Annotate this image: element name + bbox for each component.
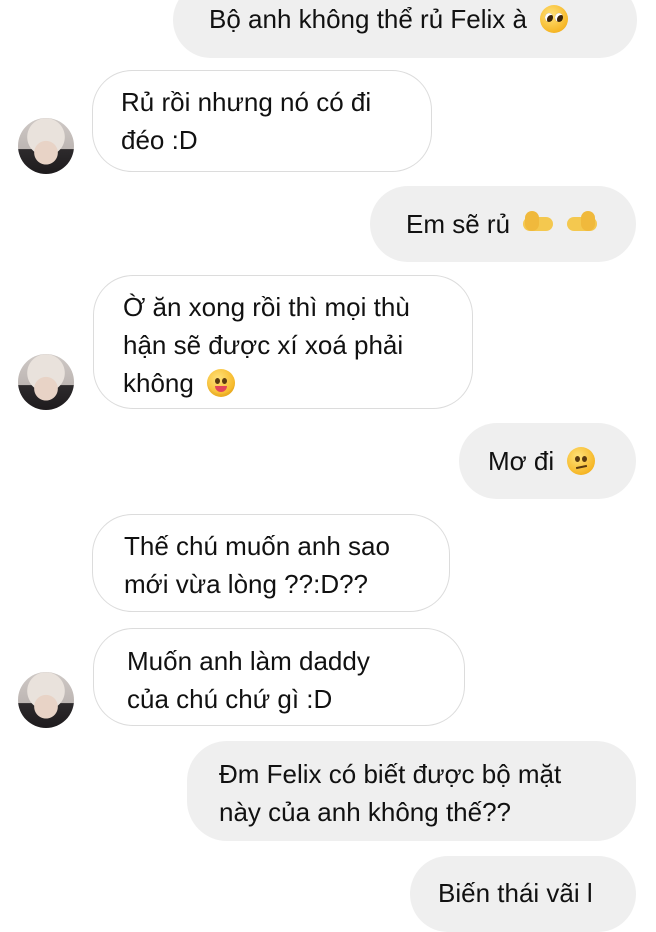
message-received[interactable]: Muốn anh làm daddy của chú chứ gì :D [93, 628, 465, 726]
pleading-face-icon [540, 5, 569, 33]
message-text: Biến thái vãi l [438, 878, 593, 908]
message-text: hận sẽ được xí xoá phải [123, 330, 404, 360]
message-sent[interactable]: Mơ đi [459, 423, 636, 499]
yum-face-icon [207, 369, 236, 397]
message-text: Mơ đi [488, 446, 555, 476]
pointing-left-hand-icon [566, 211, 597, 231]
message-text: mới vừa lòng ??:D?? [124, 569, 369, 599]
message-sent[interactable]: Bộ anh không thể rủ Felix à [173, 0, 637, 58]
message-received[interactable]: Ờ ăn xong rồi thì mọi thù hận sẽ được xí… [93, 275, 473, 409]
smirk-face-icon [567, 447, 596, 475]
message-received[interactable]: Rủ rồi nhưng nó có đi đéo :D [92, 70, 432, 172]
avatar[interactable] [18, 354, 74, 410]
avatar[interactable] [18, 118, 74, 174]
message-text: này của anh không thế?? [219, 797, 512, 827]
message-sent[interactable]: Biến thái vãi l [410, 856, 636, 932]
message-text: không [123, 368, 194, 398]
message-sent[interactable]: Em sẽ rủ [370, 186, 636, 262]
pointing-right-hand-icon [523, 211, 554, 231]
message-text: Em sẽ rủ [406, 209, 511, 239]
avatar[interactable] [18, 672, 74, 728]
message-text: Thế chú muốn anh sao [124, 531, 390, 561]
message-text: Muốn anh làm daddy [127, 646, 370, 676]
message-received[interactable]: Thế chú muốn anh sao mới vừa lòng ??:D?? [92, 514, 450, 612]
message-text: Bộ anh không thể rủ Felix à [209, 4, 527, 34]
message-text: Đm Felix có biết được bộ mặt [219, 759, 562, 789]
message-text: đéo :D [121, 125, 198, 155]
message-text: Rủ rồi nhưng nó có đi [121, 87, 372, 117]
message-text: Ờ ăn xong rồi thì mọi thù [123, 292, 410, 322]
message-sent[interactable]: Đm Felix có biết được bộ mặt này của anh… [187, 741, 636, 841]
message-text: của chú chứ gì :D [127, 684, 333, 714]
